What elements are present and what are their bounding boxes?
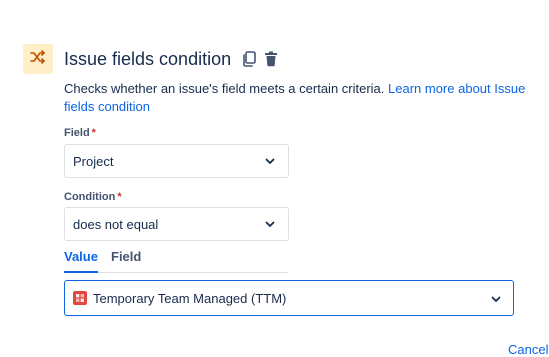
- condition-type-icon-tile: [23, 44, 53, 74]
- required-marker: *: [91, 127, 96, 139]
- cancel-button[interactable]: Cancel: [508, 342, 548, 357]
- field-select[interactable]: Project: [64, 144, 289, 178]
- value-select-value: Temporary Team Managed (TTM): [93, 290, 287, 306]
- description: Checks whether an issue's field meets a …: [64, 80, 549, 116]
- tab-value[interactable]: Value: [64, 249, 98, 273]
- value-mode-tabs: Value Field: [64, 246, 288, 273]
- condition-select[interactable]: does not equal: [64, 207, 289, 241]
- project-avatar-icon: [73, 291, 87, 305]
- page-title: Issue fields condition: [64, 49, 232, 69]
- copy-icon[interactable]: [240, 50, 258, 68]
- field-label-text: Field: [64, 127, 90, 139]
- chevron-down-icon: [491, 291, 501, 306]
- field-label: Field *: [64, 126, 96, 140]
- condition-label-text: Condition: [64, 191, 116, 203]
- description-text: Checks whether an issue's field meets a …: [64, 81, 389, 96]
- condition-label: Condition *: [64, 190, 122, 204]
- value-select[interactable]: Temporary Team Managed (TTM): [64, 280, 514, 316]
- condition-select-value: does not equal: [73, 216, 159, 232]
- title-actions: [240, 50, 280, 68]
- shuffle-icon: [30, 49, 46, 70]
- required-marker: *: [117, 191, 122, 203]
- field-select-value: Project: [73, 153, 114, 169]
- chevron-down-icon: [264, 155, 276, 167]
- trash-icon[interactable]: [262, 50, 280, 68]
- tab-field[interactable]: Field: [111, 249, 141, 271]
- chevron-down-icon: [264, 218, 276, 230]
